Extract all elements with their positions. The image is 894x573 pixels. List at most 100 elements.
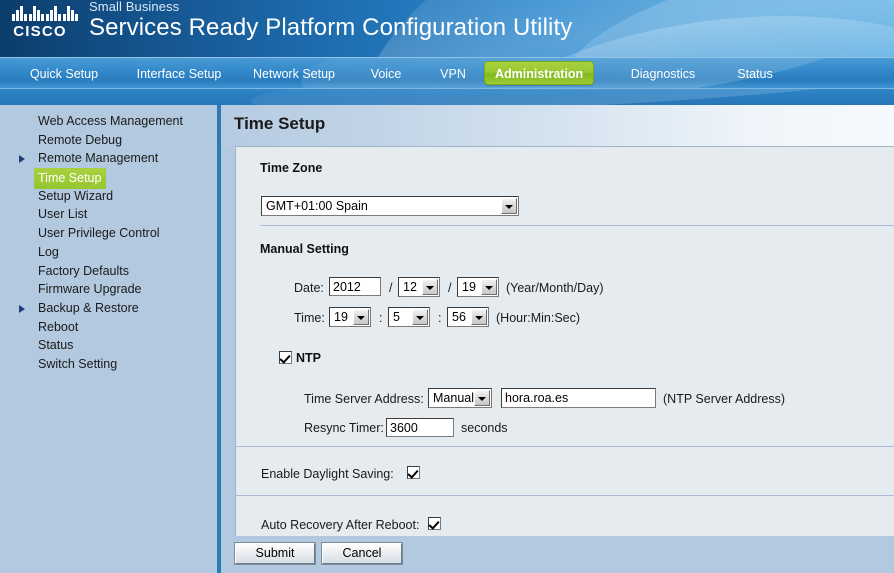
nav-item-status[interactable]: Status bbox=[716, 58, 794, 89]
chevron-down-icon[interactable] bbox=[412, 309, 428, 325]
chevron-down-icon[interactable] bbox=[422, 279, 438, 295]
sidebar-item-label: Setup Wizard bbox=[38, 187, 113, 206]
header-eyebrow: Small Business bbox=[89, 0, 179, 14]
settings-panel: Time Zone GMT+01:00 Spain Manual Setting… bbox=[235, 146, 894, 536]
nav-item-diagnostics[interactable]: Diagnostics bbox=[610, 58, 716, 89]
date-year-input[interactable] bbox=[329, 277, 381, 296]
date-separator-2: / bbox=[448, 281, 451, 295]
sidebar-item-user-privilege-control[interactable]: User Privilege Control bbox=[0, 224, 217, 243]
app-window: CISCO Small Business Services Ready Plat… bbox=[0, 0, 894, 573]
page-title-header: Services Ready Platform Configuration Ut… bbox=[89, 14, 572, 42]
ntp-server-address-input[interactable] bbox=[501, 388, 656, 408]
nav-item-administration[interactable]: Administration bbox=[484, 61, 594, 85]
expand-arrow-icon[interactable] bbox=[19, 155, 25, 163]
time-hour-value: 19 bbox=[334, 310, 348, 324]
sidebar: Web Access ManagementRemote DebugRemote … bbox=[0, 105, 219, 573]
sidebar-item-label: Factory Defaults bbox=[38, 262, 129, 281]
time-server-mode-select[interactable]: Manual bbox=[428, 388, 492, 408]
page-title: Time Setup bbox=[234, 114, 325, 134]
sidebar-item-factory-defaults[interactable]: Factory Defaults bbox=[0, 262, 217, 281]
cancel-button[interactable]: Cancel bbox=[322, 543, 402, 564]
date-day-select[interactable]: 19 bbox=[457, 277, 499, 297]
time-zone-heading: Time Zone bbox=[260, 161, 322, 175]
nav-bottom-shine-decoration bbox=[249, 89, 894, 105]
nav-item-interface-setup[interactable]: Interface Setup bbox=[120, 58, 238, 89]
time-hour-select[interactable]: 19 bbox=[329, 307, 371, 327]
sidebar-item-web-access-management[interactable]: Web Access Management bbox=[0, 112, 217, 131]
nav-item-vpn[interactable]: VPN bbox=[422, 58, 484, 89]
sidebar-item-switch-setting[interactable]: Switch Setting bbox=[0, 355, 217, 374]
sidebar-item-firmware-upgrade[interactable]: Firmware Upgrade bbox=[0, 280, 217, 299]
nav-bottom-band bbox=[0, 89, 894, 105]
nav-item-quick-setup[interactable]: Quick Setup bbox=[8, 58, 120, 89]
sidebar-item-log[interactable]: Log bbox=[0, 243, 217, 262]
time-zone-select[interactable]: GMT+01:00 Spain bbox=[261, 196, 519, 216]
sidebar-item-label: Web Access Management bbox=[38, 112, 183, 131]
resync-timer-label: Resync Timer: bbox=[304, 421, 384, 435]
time-minute-select[interactable]: 5 bbox=[388, 307, 430, 327]
sidebar-item-label: Status bbox=[38, 336, 73, 355]
chevron-down-icon[interactable] bbox=[471, 309, 487, 325]
sidebar-item-label: Time Setup bbox=[34, 168, 106, 189]
sidebar-items-container: Web Access ManagementRemote DebugRemote … bbox=[0, 105, 217, 374]
nav-item-network-setup[interactable]: Network Setup bbox=[238, 58, 350, 89]
sidebar-item-status[interactable]: Status bbox=[0, 336, 217, 355]
main-content: Time Setup Time Zone GMT+01:00 Spain Man… bbox=[221, 105, 894, 573]
sidebar-item-label: Switch Setting bbox=[38, 355, 117, 374]
sidebar-item-setup-wizard[interactable]: Setup Wizard bbox=[0, 187, 217, 206]
sidebar-item-user-list[interactable]: User List bbox=[0, 205, 217, 224]
date-format-hint: (Year/Month/Day) bbox=[506, 281, 604, 295]
chevron-down-icon[interactable] bbox=[501, 198, 517, 214]
time-server-mode-value: Manual bbox=[433, 391, 474, 405]
ntp-checkbox[interactable] bbox=[279, 351, 292, 364]
sidebar-item-backup-restore[interactable]: Backup & Restore bbox=[0, 299, 217, 318]
cisco-logo-bars-icon bbox=[8, 6, 72, 21]
time-separator-2: : bbox=[438, 311, 441, 325]
page-header: CISCO Small Business Services Ready Plat… bbox=[0, 0, 894, 57]
sidebar-item-label: Reboot bbox=[38, 318, 78, 337]
time-zone-value: GMT+01:00 Spain bbox=[266, 199, 368, 213]
expand-arrow-icon[interactable] bbox=[19, 305, 25, 313]
date-month-select[interactable]: 12 bbox=[398, 277, 440, 297]
chevron-down-icon[interactable] bbox=[474, 390, 490, 406]
sidebar-item-label: Firmware Upgrade bbox=[38, 280, 142, 299]
nav-items-container: Quick SetupInterface SetupNetwork SetupV… bbox=[0, 58, 894, 89]
time-minute-value: 5 bbox=[393, 310, 400, 324]
cisco-logo: CISCO bbox=[8, 6, 74, 44]
daylight-saving-label: Enable Daylight Saving: bbox=[261, 467, 394, 481]
sidebar-item-reboot[interactable]: Reboot bbox=[0, 318, 217, 337]
sidebar-item-label: User List bbox=[38, 205, 87, 224]
sidebar-item-label: Remote Management bbox=[38, 149, 158, 168]
manual-setting-heading: Manual Setting bbox=[260, 242, 349, 256]
content-title-bar: Time Setup bbox=[221, 105, 894, 146]
auto-recovery-label: Auto Recovery After Reboot: bbox=[261, 518, 419, 532]
divider-time-zone bbox=[260, 225, 894, 226]
sidebar-item-label: User Privilege Control bbox=[38, 224, 160, 243]
chevron-down-icon[interactable] bbox=[353, 309, 369, 325]
ntp-server-address-hint: (NTP Server Address) bbox=[663, 392, 785, 406]
date-month-value: 12 bbox=[403, 280, 417, 294]
sidebar-item-remote-management[interactable]: Remote Management bbox=[0, 149, 217, 168]
sidebar-item-label: Log bbox=[38, 243, 59, 262]
main-navigation: Quick SetupInterface SetupNetwork SetupV… bbox=[0, 57, 894, 89]
daylight-saving-checkbox[interactable] bbox=[407, 466, 420, 479]
form-actions: Submit Cancel bbox=[221, 537, 894, 573]
chevron-down-icon[interactable] bbox=[481, 279, 497, 295]
resync-timer-input[interactable] bbox=[386, 418, 454, 437]
resync-timer-unit: seconds bbox=[461, 421, 508, 435]
time-format-hint: (Hour:Min:Sec) bbox=[496, 311, 580, 325]
auto-recovery-checkbox[interactable] bbox=[428, 517, 441, 530]
time-second-value: 56 bbox=[452, 310, 466, 324]
nav-item-voice[interactable]: Voice bbox=[350, 58, 422, 89]
time-second-select[interactable]: 56 bbox=[447, 307, 489, 327]
sidebar-item-time-setup[interactable]: Time Setup bbox=[0, 168, 217, 187]
time-label: Time: bbox=[294, 311, 325, 325]
submit-button[interactable]: Submit bbox=[235, 543, 315, 564]
date-label: Date: bbox=[294, 281, 324, 295]
sidebar-item-remote-debug[interactable]: Remote Debug bbox=[0, 131, 217, 150]
divider-ntp bbox=[236, 446, 894, 447]
time-separator-1: : bbox=[379, 311, 382, 325]
time-server-address-label: Time Server Address: bbox=[304, 392, 424, 406]
divider-daylight bbox=[236, 495, 894, 496]
sidebar-item-label: Backup & Restore bbox=[38, 299, 139, 318]
